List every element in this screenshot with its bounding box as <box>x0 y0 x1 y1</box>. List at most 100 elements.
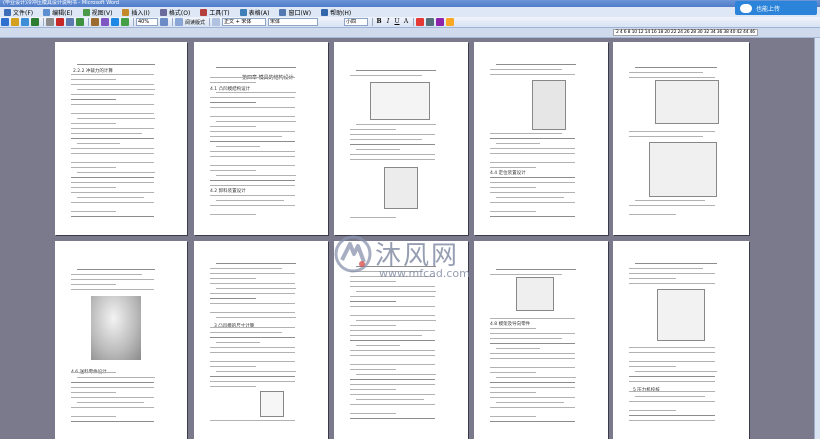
menu-item[interactable]: 工具(T) <box>200 8 230 17</box>
underline-button[interactable]: U <box>393 18 401 26</box>
text-line <box>210 82 256 83</box>
text-line <box>356 374 436 375</box>
page-1[interactable]: 2.2.2 冲裁力的计算 <box>55 42 187 235</box>
toolbar-button-icon[interactable] <box>426 18 435 26</box>
figure-drawing <box>370 82 430 120</box>
page-5[interactable] <box>613 42 749 235</box>
text-line <box>496 348 540 349</box>
toolbar-button-icon[interactable] <box>446 18 455 26</box>
text-line <box>350 75 422 76</box>
text-line <box>210 268 282 269</box>
text-line <box>490 148 575 149</box>
text-line <box>210 214 256 215</box>
text-line <box>71 138 154 139</box>
page-3[interactable] <box>334 42 468 235</box>
italic-button[interactable]: I <box>384 18 392 26</box>
text-line <box>490 358 575 359</box>
text-line <box>629 347 715 348</box>
page-10[interactable]: 5 压力机校核 <box>613 241 749 439</box>
toolbar-button-icon[interactable] <box>21 18 29 26</box>
toolbar-button-icon[interactable] <box>416 18 425 26</box>
menu-item[interactable]: 帮助(H) <box>321 8 351 17</box>
text-line <box>350 355 435 356</box>
bold-button[interactable]: B <box>375 18 383 26</box>
text-line <box>210 156 295 157</box>
text-line <box>350 154 435 155</box>
text-line <box>210 366 256 367</box>
text-line <box>490 382 575 383</box>
text-line <box>71 274 142 275</box>
toolbar-button-icon[interactable] <box>31 18 39 26</box>
text-line <box>490 333 575 334</box>
text-line <box>490 367 575 368</box>
watermark: 沐风网 www.mfcad.com <box>333 234 493 284</box>
text-line <box>629 273 715 274</box>
toolbar-button-icon[interactable] <box>46 18 54 26</box>
menu-icon <box>43 8 51 16</box>
toolbar-button-icon[interactable] <box>121 18 129 26</box>
text-line <box>216 92 296 93</box>
toolbar-button-icon[interactable] <box>101 18 109 26</box>
page-4[interactable]: 4.4 定位装置设计 <box>474 42 608 235</box>
page-2[interactable]: 第四章 模具的结构设计 4.1 凸凹模结构设计 4.2 卸料装置设计 <box>194 42 328 235</box>
text-line <box>71 104 154 105</box>
toolbar-button-icon[interactable] <box>56 18 64 26</box>
text-line <box>350 139 422 140</box>
toolbar-button-icon[interactable] <box>11 18 19 26</box>
toolbar-button-icon[interactable] <box>111 18 119 26</box>
text-line <box>490 167 536 168</box>
toolbar-button-icon[interactable] <box>436 18 445 26</box>
menu-item[interactable]: 表格(A) <box>239 8 269 17</box>
menu-item-label: 视图(V) <box>91 9 113 17</box>
toolbar-button-icon[interactable] <box>91 18 99 26</box>
text-line <box>350 301 396 302</box>
watermark-url: www.mfcad.com <box>379 267 470 280</box>
toolbar-button-icon[interactable] <box>76 18 84 26</box>
menu-item[interactable]: 格式(O) <box>159 8 190 17</box>
text-line <box>71 74 154 75</box>
zoom-select[interactable]: 40% <box>136 18 158 26</box>
page-6[interactable]: 4.6 送料零件设计 <box>55 241 187 439</box>
menu-item[interactable]: 视图(V) <box>82 8 113 17</box>
toolbar-button-icon[interactable] <box>66 18 74 26</box>
menu-item[interactable]: 文件(F) <box>4 8 33 17</box>
text-line <box>490 187 536 188</box>
text-line <box>350 159 435 160</box>
text-line <box>356 345 400 346</box>
font-select[interactable]: 宋体 <box>268 18 319 26</box>
styles-icon[interactable] <box>212 18 221 26</box>
text-line <box>490 397 575 398</box>
text-line <box>210 195 295 196</box>
menu-item[interactable]: 窗口(W) <box>279 8 311 17</box>
text-line <box>629 366 676 367</box>
text-line <box>350 389 396 390</box>
menu-item[interactable]: 插入(I) <box>122 8 150 17</box>
figure-drawing <box>532 80 566 130</box>
char-border-button[interactable]: A <box>402 18 410 26</box>
page-9[interactable]: 4.8 模架及导向零件 <box>474 241 608 439</box>
section-heading: 4.8 模架及导向零件 <box>490 322 531 327</box>
help-icon[interactable] <box>160 18 168 26</box>
text-line <box>71 407 154 408</box>
text-line <box>210 420 295 421</box>
toolbar-button-icon[interactable] <box>1 18 9 26</box>
text-line <box>210 283 295 284</box>
font-size-select[interactable]: 小四 <box>344 18 369 26</box>
page-7[interactable]: 3 凸凹模的尺寸计算 <box>194 241 328 439</box>
text-line <box>71 382 154 383</box>
figure-drawing <box>516 277 554 311</box>
style-select[interactable]: 正文 + 宋体 <box>222 18 267 26</box>
text-line <box>356 149 400 150</box>
horizontal-ruler[interactable]: 2 4 6 8 10 12 14 16 18 20 22 24 26 28 30… <box>0 28 820 38</box>
menu-item-label: 工具(T) <box>209 9 230 17</box>
text-line <box>350 404 435 405</box>
text-line <box>629 410 676 411</box>
cloud-upload-button[interactable]: 也能上传 <box>735 1 817 15</box>
text-line <box>490 318 575 319</box>
document-area[interactable]: 2.2.2 冲裁力的计算 第四章 模具的结构设计 4.1 凸凹模结构设计 4.2… <box>0 38 820 439</box>
vertical-scrollbar[interactable] <box>814 38 820 439</box>
read-mode-button[interactable]: 阅读版式 <box>185 19 205 26</box>
zoom-value: 40% <box>138 19 150 25</box>
text-line <box>210 298 256 299</box>
menu-item[interactable]: 编辑(E) <box>43 8 73 17</box>
